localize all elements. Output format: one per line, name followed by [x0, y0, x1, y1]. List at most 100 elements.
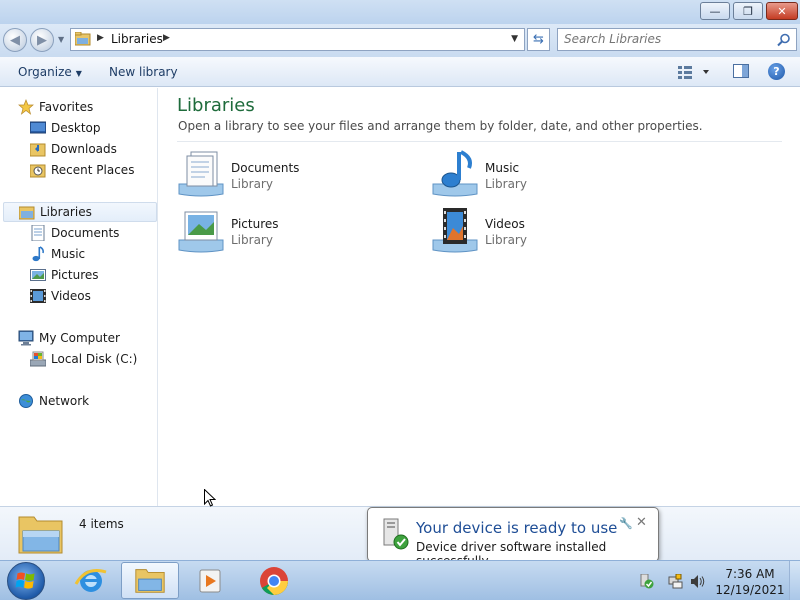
start-button[interactable] — [7, 562, 45, 600]
downloads-folder-icon — [30, 143, 46, 157]
music-library-icon — [432, 150, 478, 197]
recent-places-icon — [30, 164, 46, 178]
notification-title: Your device is ready to use — [416, 519, 618, 537]
address-bar[interactable]: ▶ Libraries ▶ ▼ — [70, 28, 525, 51]
nav-local-disk[interactable]: Local Disk (C:) — [30, 349, 137, 369]
library-music[interactable]: Music Library — [431, 150, 651, 200]
nav-desktop[interactable]: Desktop — [30, 118, 101, 138]
breadcrumb-separator-icon[interactable]: ▶ — [163, 33, 170, 43]
nav-documents[interactable]: Documents — [30, 223, 119, 243]
video-film-icon — [30, 289, 46, 303]
window-title-bar: — ❐ ✕ — [0, 0, 800, 24]
library-name: Music — [485, 161, 520, 175]
windows-explorer-icon — [135, 569, 165, 593]
back-button[interactable]: ◀ — [3, 28, 27, 52]
nav-favorites-label: Favorites — [39, 100, 94, 114]
libraries-folder-icon — [75, 32, 91, 46]
libraries-folder-icon — [18, 516, 63, 554]
taskbar-internet-explorer[interactable] — [62, 562, 120, 599]
notification-balloon[interactable]: Your device is ready to use Device drive… — [367, 507, 659, 568]
maximize-button[interactable]: ❐ — [733, 2, 763, 20]
refresh-button[interactable]: ⇆ — [527, 28, 550, 51]
refresh-icon: ⇆ — [533, 32, 544, 47]
nav-libraries[interactable]: Libraries — [3, 202, 157, 222]
nav-recent-places-label: Recent Places — [51, 163, 135, 177]
clock-date: 12/19/2021 — [715, 583, 785, 597]
change-view-button[interactable] — [678, 65, 710, 79]
nav-videos-label: Videos — [51, 289, 91, 303]
nav-videos[interactable]: Videos — [30, 286, 91, 306]
taskbar-media-player[interactable] — [181, 562, 239, 599]
close-icon: ✕ — [777, 4, 787, 18]
recent-pages-dropdown[interactable]: ▼ — [58, 35, 64, 44]
notification-close-button[interactable]: ✕ — [636, 515, 647, 530]
star-icon — [18, 99, 34, 115]
minimize-button[interactable]: — — [700, 2, 730, 20]
content-area: Libraries Open a library to see your fil… — [159, 88, 800, 506]
chevron-down-icon: ▼ — [75, 69, 82, 78]
chrome-icon — [260, 567, 288, 595]
hard-drive-icon — [30, 351, 46, 367]
library-type: Library — [485, 233, 527, 247]
nav-my-computer-label: My Computer — [39, 331, 120, 345]
speaker-volume-icon[interactable] — [690, 574, 705, 589]
desktop-icon — [30, 121, 46, 134]
nav-music-label: Music — [51, 247, 86, 261]
library-videos[interactable]: Videos Library — [431, 206, 651, 256]
back-arrow-icon: ◀ — [10, 32, 20, 48]
minimize-icon: — — [709, 4, 721, 18]
library-type: Library — [485, 177, 527, 191]
nav-documents-label: Documents — [51, 226, 120, 240]
network-icon — [19, 394, 33, 408]
videos-library-icon — [432, 208, 478, 253]
search-box[interactable] — [557, 28, 797, 51]
preview-pane-icon[interactable] — [733, 64, 749, 78]
close-button[interactable]: ✕ — [766, 2, 798, 20]
nav-downloads[interactable]: Downloads — [30, 139, 117, 159]
windows-logo-icon — [15, 572, 35, 589]
nav-recent-places[interactable]: Recent Places — [30, 160, 134, 180]
library-name: Videos — [485, 217, 525, 231]
breadcrumb-separator-icon[interactable]: ▶ — [97, 33, 104, 43]
organize-menu[interactable]: Organize ▼ — [18, 65, 82, 79]
nav-network[interactable]: Network — [18, 391, 89, 411]
nav-my-computer[interactable]: My Computer — [18, 328, 120, 348]
pictures-icon — [30, 269, 46, 281]
help-icon[interactable]: ? — [768, 63, 785, 80]
nav-network-label: Network — [39, 394, 90, 408]
wrench-icon[interactable]: 🔧 — [619, 517, 633, 530]
library-name: Pictures — [231, 217, 279, 231]
network-tray-icon[interactable] — [668, 574, 683, 589]
taskbar-chrome[interactable] — [245, 562, 303, 599]
restore-icon: ❐ — [743, 4, 753, 18]
library-type: Library — [231, 177, 273, 191]
clock[interactable]: 7:36 AM 12/19/2021 — [715, 566, 785, 598]
nav-pictures-label: Pictures — [51, 268, 99, 282]
nav-music[interactable]: Music — [30, 244, 85, 264]
device-installed-tray-icon[interactable] — [639, 574, 654, 589]
mouse-cursor-icon — [204, 489, 216, 507]
search-input[interactable] — [564, 32, 769, 46]
clock-time: 7:36 AM — [725, 567, 775, 581]
search-icon[interactable] — [777, 33, 791, 47]
forward-arrow-icon: ▶ — [37, 32, 47, 48]
forward-button[interactable]: ▶ — [30, 28, 54, 52]
nav-favorites[interactable]: Favorites — [18, 97, 93, 117]
command-bar: Organize ▼ New library ? — [0, 57, 800, 87]
breadcrumb-libraries[interactable]: Libraries — [111, 32, 163, 46]
internet-explorer-icon — [74, 569, 107, 592]
music-note-icon — [32, 246, 44, 262]
library-documents[interactable]: Documents Library — [177, 150, 397, 200]
library-pictures[interactable]: Pictures Library — [177, 206, 397, 256]
nav-downloads-label: Downloads — [51, 142, 117, 156]
taskbar-windows-explorer[interactable] — [121, 562, 179, 599]
documents-icon — [31, 225, 45, 241]
documents-library-icon — [178, 151, 224, 197]
show-desktop-button[interactable] — [789, 561, 800, 600]
nav-local-disk-label: Local Disk (C:) — [51, 352, 138, 366]
address-dropdown-icon[interactable]: ▼ — [511, 34, 518, 44]
device-driver-icon — [383, 518, 409, 550]
new-library-button[interactable]: New library — [109, 65, 178, 79]
nav-pictures[interactable]: Pictures — [30, 265, 99, 285]
library-name: Documents — [231, 161, 300, 175]
